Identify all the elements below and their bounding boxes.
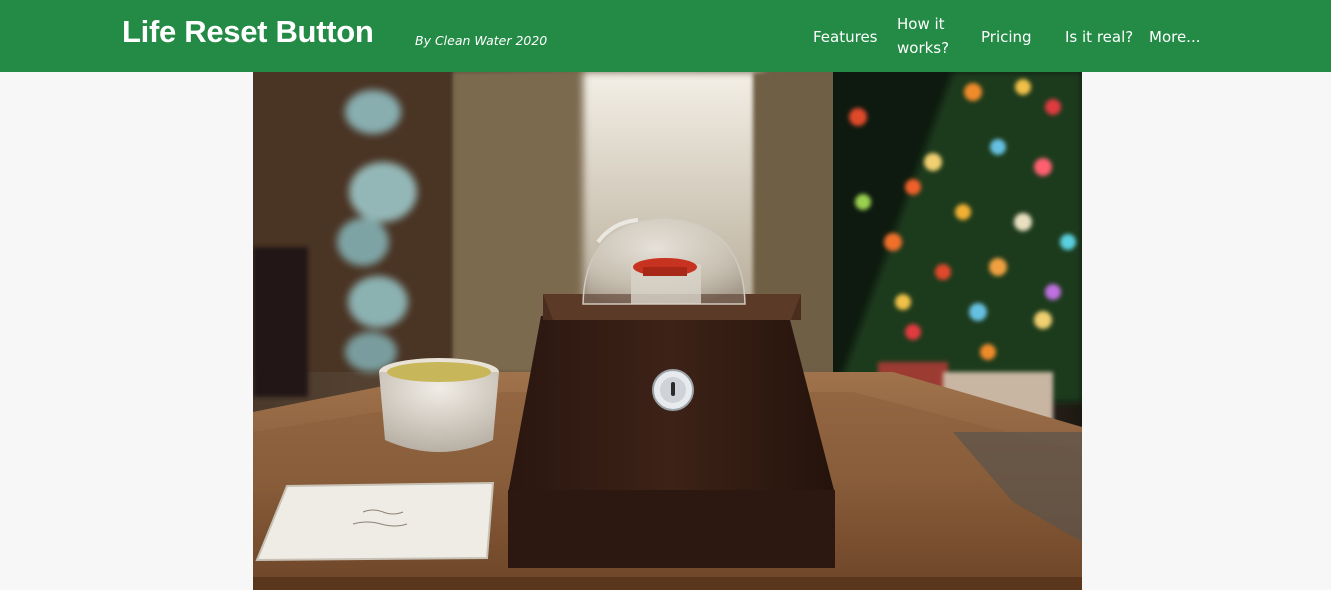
nav-link-pricing[interactable]: Pricing bbox=[981, 25, 1032, 49]
nav-link-features[interactable]: Features bbox=[813, 25, 878, 49]
nav-link-more[interactable]: More... bbox=[1149, 25, 1201, 49]
top-navbar: Life Reset Button By Clean Water 2020 Fe… bbox=[0, 0, 1331, 72]
site-title[interactable]: Life Reset Button bbox=[122, 14, 374, 50]
site-byline: By Clean Water 2020 bbox=[415, 33, 547, 48]
hero-photo bbox=[253, 72, 1082, 590]
byline-year: 2020 bbox=[515, 33, 548, 48]
byline-text: By Clean Water bbox=[415, 33, 516, 48]
nav-link-how-it-works[interactable]: How it works? bbox=[897, 12, 957, 60]
hero-image bbox=[253, 72, 1082, 590]
nav-link-is-it-real[interactable]: Is it real? bbox=[1065, 25, 1133, 49]
